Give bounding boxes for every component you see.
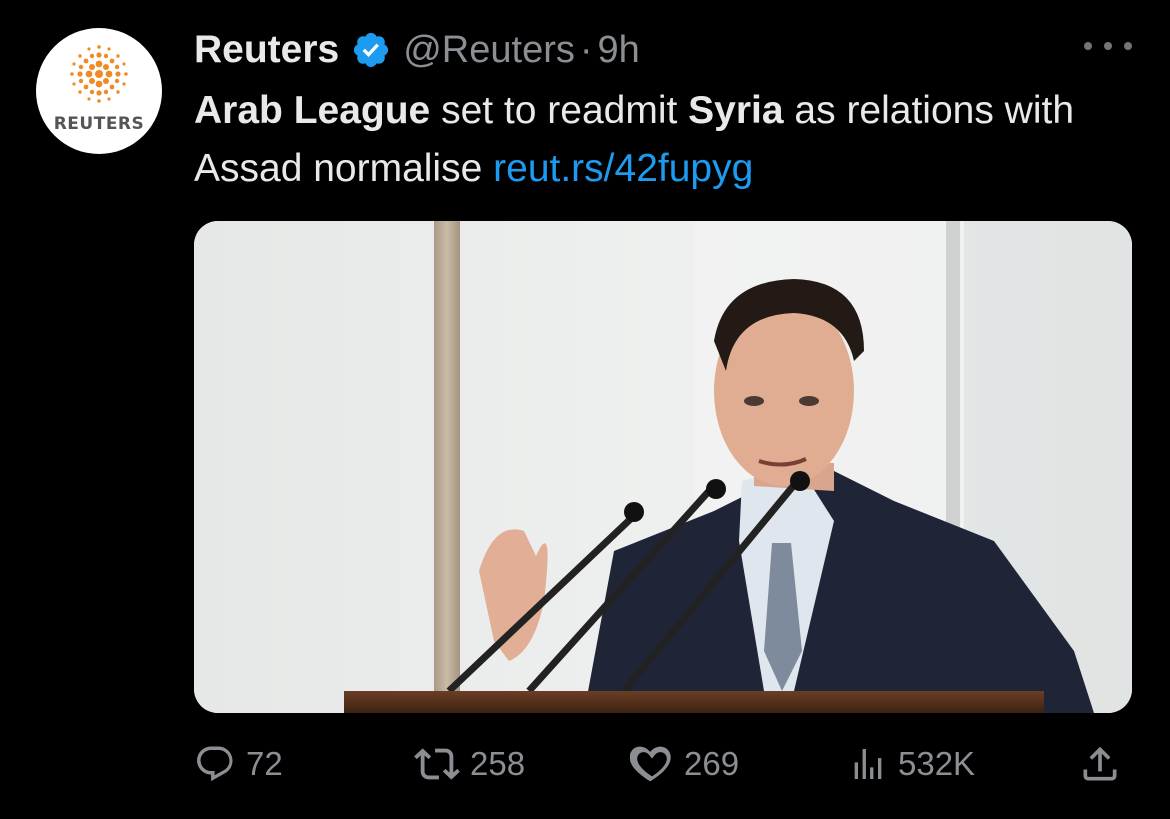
views-button[interactable]: 532K [848,734,975,794]
tweet-timestamp[interactable]: 9h [598,29,640,72]
share-button[interactable] [1078,734,1122,794]
more-icon[interactable] [1084,34,1132,58]
like-button[interactable]: 269 [630,734,739,794]
text-bold-syria: Syria [688,89,784,132]
author-name[interactable]: Reuters [194,28,339,72]
like-count: 269 [684,745,740,782]
text-bold-arab-league: Arab League [194,89,431,132]
author-avatar[interactable]: REUTERS [36,28,162,154]
tweet-photo [194,221,1132,713]
reply-count: 72 [246,745,283,782]
tweet-image[interactable] [194,221,1132,713]
reuters-logo-icon [70,45,128,103]
reply-icon [197,746,233,782]
retweet-button[interactable]: 258 [414,734,525,794]
tweet-header: Reuters @Reuters · 9h [194,26,640,74]
text-segment-1: set to readmit [430,89,689,132]
views-count: 532K [898,745,976,782]
share-icon [1083,746,1117,781]
tweet-text: Arab League set to readmit Syria as rela… [194,82,1144,198]
author-handle[interactable]: @Reuters [403,29,575,72]
like-icon [630,746,671,782]
views-icon [854,749,882,779]
separator-dot: · [579,28,593,71]
retweet-icon [414,748,460,780]
retweet-count: 258 [470,745,526,782]
tweet-link[interactable]: reut.rs/42fupyg [493,147,753,190]
tweet-actions: 72 258 269 532K [194,734,1134,794]
avatar-wordmark: REUTERS [53,114,145,134]
verified-badge-icon [354,32,389,68]
reply-button[interactable]: 72 [194,734,283,794]
